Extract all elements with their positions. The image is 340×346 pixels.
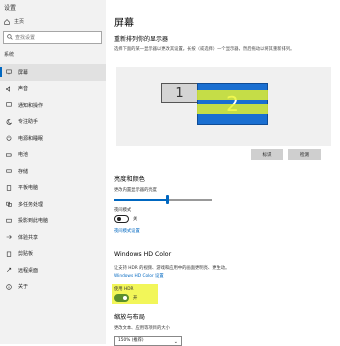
multitasking-icon: [6, 202, 12, 207]
rearrange-heading: 重新排列你的显示器: [114, 36, 169, 43]
monitor-1[interactable]: 1: [161, 83, 198, 103]
sidebar-item-label: 关于: [18, 284, 29, 291]
scale-heading: 缩放与布局: [114, 314, 145, 321]
sidebar-item-clipboard[interactable]: 剪贴板: [0, 246, 106, 263]
brightness-heading: 亮度和颜色: [114, 176, 145, 183]
brightness-slider-fill: [114, 199, 168, 201]
chevron-down-icon: ⌄: [173, 339, 178, 345]
scale-value: 150% (推荐): [118, 338, 144, 343]
sidebar-item-label: 存储: [18, 168, 29, 175]
sidebar-item-battery[interactable]: 电池: [0, 147, 106, 164]
sidebar-item-label: 声音: [18, 86, 29, 93]
sidebar-item-multitasking[interactable]: 多任务处理: [0, 196, 106, 213]
scale-description: 更改文本、应用等项目的大小: [114, 326, 170, 331]
detect-button[interactable]: 检测: [288, 149, 321, 160]
sidebar-item-label: 屏幕: [18, 69, 29, 76]
highlight-mark: [197, 90, 268, 100]
hd-color-heading: Windows HD Color: [114, 251, 172, 258]
search-input[interactable]: [15, 33, 95, 42]
identify-button[interactable]: 标识: [251, 149, 283, 160]
share-icon: [6, 235, 12, 240]
hdr-label: 使用 HDR: [114, 287, 134, 292]
night-light-toggle[interactable]: [114, 215, 129, 223]
home-nav-item[interactable]: 主页: [4, 18, 24, 25]
rearrange-description: 选择下面的某一显示器以更改其设置。长按（或选择）一个显示器，然后拖动以将其重新排…: [114, 47, 295, 52]
home-icon: [4, 18, 10, 25]
hdr-state: 开: [133, 296, 138, 301]
monitor-icon: [6, 69, 12, 75]
notification-icon: [6, 102, 12, 107]
hdr-toggle[interactable]: [114, 294, 129, 302]
sidebar-item-label: 远程桌面: [18, 267, 39, 274]
sidebar-item-display[interactable]: 屏幕: [0, 64, 106, 81]
night-light-state: 关: [133, 217, 138, 222]
speaker-icon: [6, 86, 10, 92]
sidebar-item-tablet[interactable]: 平板电脑: [0, 180, 106, 197]
remote-desktop-icon: [6, 268, 12, 273]
highlight-mark: [197, 104, 268, 114]
settings-search-box[interactable]: [3, 31, 102, 44]
night-light-settings-link[interactable]: 夜间模式设置: [114, 228, 140, 234]
sidebar-item-label: 通知和操作: [18, 102, 44, 109]
sidebar-item-power[interactable]: 电源和睡眠: [0, 130, 106, 147]
night-light-label: 夜间模式: [114, 208, 132, 213]
sidebar-item-sound[interactable]: 声音: [0, 81, 106, 98]
toggle-knob: [122, 296, 127, 301]
tablet-icon: [6, 185, 12, 191]
section-label: 系统: [4, 52, 15, 58]
sidebar-item-label: 多任务处理: [18, 201, 44, 208]
page-title: 屏幕: [114, 18, 134, 29]
search-icon: [7, 34, 13, 40]
sidebar-item-remote-desktop[interactable]: 远程桌面: [0, 262, 106, 279]
home-label: 主页: [14, 19, 25, 25]
storage-icon: [6, 169, 12, 173]
moon-icon: [6, 119, 12, 125]
hd-color-settings-link[interactable]: Windows HD Color 设置: [114, 273, 164, 279]
battery-icon: [6, 153, 12, 157]
sidebar-item-label: 体验共享: [18, 234, 39, 241]
sidebar-item-label: 平板电脑: [18, 185, 39, 192]
sidebar-item-label: 电池: [18, 152, 29, 159]
sidebar-item-shared-experiences[interactable]: 体验共享: [0, 229, 106, 246]
power-icon: [6, 135, 12, 141]
brightness-label: 更改内置显示器的亮度: [114, 188, 157, 193]
brightness-slider-thumb[interactable]: [166, 195, 170, 204]
display-settings-page: 屏幕 重新排列你的显示器 选择下面的某一显示器以更改其设置。长按（或选择）一个显…: [106, 0, 340, 346]
app-title: 设置: [4, 5, 17, 12]
clipboard-icon: [6, 251, 12, 257]
info-icon: [6, 284, 12, 290]
sidebar-item-focus-assist[interactable]: 专注助手: [0, 114, 106, 131]
scale-dropdown[interactable]: 150% (推荐) ⌄: [114, 336, 182, 346]
sidebar-item-label: 专注助手: [18, 119, 39, 126]
sidebar-nav: 屏幕 声音 通知和操作 专注助手 电源和睡眠 电池 存储 平板电脑 多任务处理 …: [0, 64, 106, 295]
sidebar-item-projecting[interactable]: 投影到此电脑: [0, 213, 106, 230]
sidebar-item-storage[interactable]: 存储: [0, 163, 106, 180]
sidebar-item-label: 投影到此电脑: [18, 218, 49, 225]
toggle-knob: [116, 217, 121, 222]
sidebar-item-label: 剪贴板: [18, 251, 34, 258]
hd-color-description: 让支持 HDR 的视频、游戏和应用中的画面更明亮、更生动。: [114, 266, 230, 271]
projector-icon: [6, 218, 12, 223]
sidebar-item-about[interactable]: 关于: [0, 279, 106, 296]
settings-sidebar: 设置 主页 系统 屏幕 声音 通知和操作 专注助手 电源和睡眠: [0, 0, 106, 344]
sidebar-item-label: 电源和睡眠: [18, 135, 44, 142]
sidebar-item-notifications[interactable]: 通知和操作: [0, 97, 106, 114]
display-arrangement-area[interactable]: 1 2: [116, 67, 331, 146]
